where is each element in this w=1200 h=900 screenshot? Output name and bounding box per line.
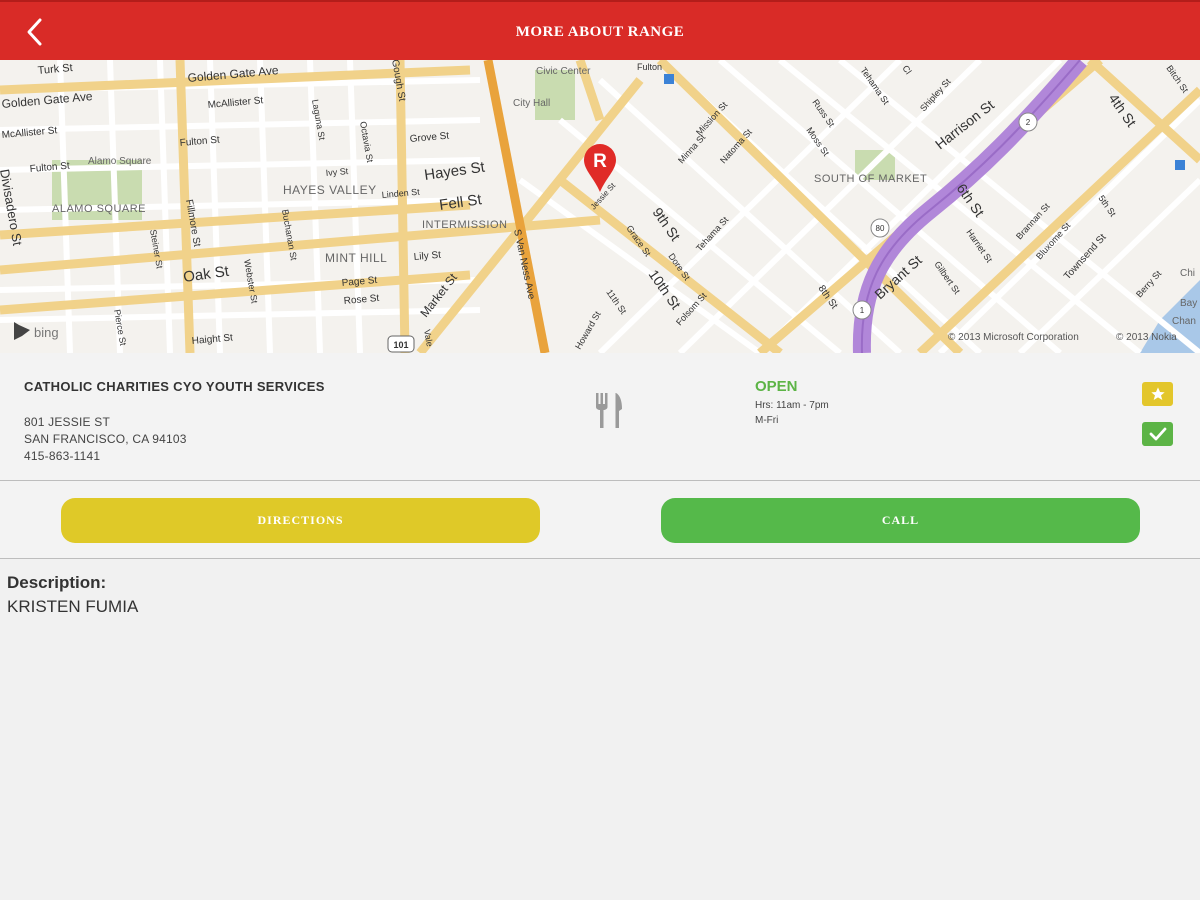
svg-text:1: 1 (860, 306, 865, 315)
map-area-alamo-square: Alamo Square (88, 156, 152, 167)
directions-button[interactable]: DIRECTIONS (61, 498, 540, 543)
description-section: Description: KRISTEN FUMIA (0, 560, 1200, 900)
hours-text: Hrs: 11am - 7pm (755, 400, 829, 411)
svg-text:80: 80 (876, 224, 885, 233)
favorite-button[interactable] (1142, 382, 1173, 406)
call-button[interactable]: CALL (661, 498, 1140, 543)
map-area-city-hall: City Hall (513, 98, 550, 109)
highway-shield-1: 1 (852, 300, 872, 320)
fork-knife-icon (594, 393, 626, 434)
map-area-channel: Chan (1172, 316, 1196, 327)
svg-text:101: 101 (393, 340, 408, 350)
map-copyright-nokia: © 2013 Nokia (1116, 332, 1177, 343)
verified-button[interactable] (1142, 422, 1173, 446)
civic-center-plaza (535, 70, 575, 120)
open-status: OPEN (755, 378, 798, 395)
map-area-alamo-square-label: ALAMO SQUARE (52, 203, 146, 215)
phone-number[interactable]: 415-863-1141 (24, 449, 100, 463)
description-label: Description: (7, 573, 107, 592)
description-text: KRISTEN FUMIA (7, 597, 139, 616)
map-area-chi: Chi (1180, 268, 1195, 279)
address-line-2: SAN FRANCISCO, CA 94103 (24, 432, 187, 446)
location-map[interactable]: 101 80 1 2 Turk St Golden Gate Ave Golde… (0, 60, 1200, 353)
highway-shield-101: 101 (387, 335, 415, 353)
map-area-south-of-market: SOUTH OF MARKET (814, 173, 927, 185)
days-text: M-Fri (755, 415, 779, 426)
action-bar: DIRECTIONS CALL (0, 481, 1200, 559)
map-area-hayes-valley: HAYES VALLEY (283, 183, 377, 197)
listing-info-panel: CATHOLIC CHARITIES CYO YOUTH SERVICES 80… (0, 353, 1200, 481)
map-label-ivy: Ivy St (325, 166, 349, 178)
map-area-civic-center: Civic Center (536, 66, 591, 77)
address-line-1: 801 JESSIE ST (24, 415, 110, 429)
page-title: MORE ABOUT RANGE (515, 24, 685, 40)
transit-icon (1175, 160, 1185, 170)
map-copyright: © 2013 Microsoft Corporation (948, 332, 1079, 343)
transit-icon (664, 74, 674, 84)
svg-text:2: 2 (1026, 118, 1031, 127)
listing-name: CATHOLIC CHARITIES CYO YOUTH SERVICES (24, 379, 325, 394)
map-area-intermission: INTERMISSION (422, 219, 507, 231)
svg-text:R: R (593, 151, 607, 172)
highway-shield-80: 80 (870, 218, 890, 238)
map-area-mint-hill: MINT HILL (325, 251, 387, 265)
star-icon (1150, 387, 1165, 400)
map-label-fulton-right: Fulton (637, 62, 662, 72)
top-app-bar: MORE ABOUT RANGE (0, 0, 1200, 60)
svg-text:bing: bing (34, 325, 59, 340)
highway-shield-2: 2 (1018, 112, 1038, 132)
map-area-bay: Bay (1180, 298, 1197, 309)
check-icon (1149, 427, 1166, 441)
